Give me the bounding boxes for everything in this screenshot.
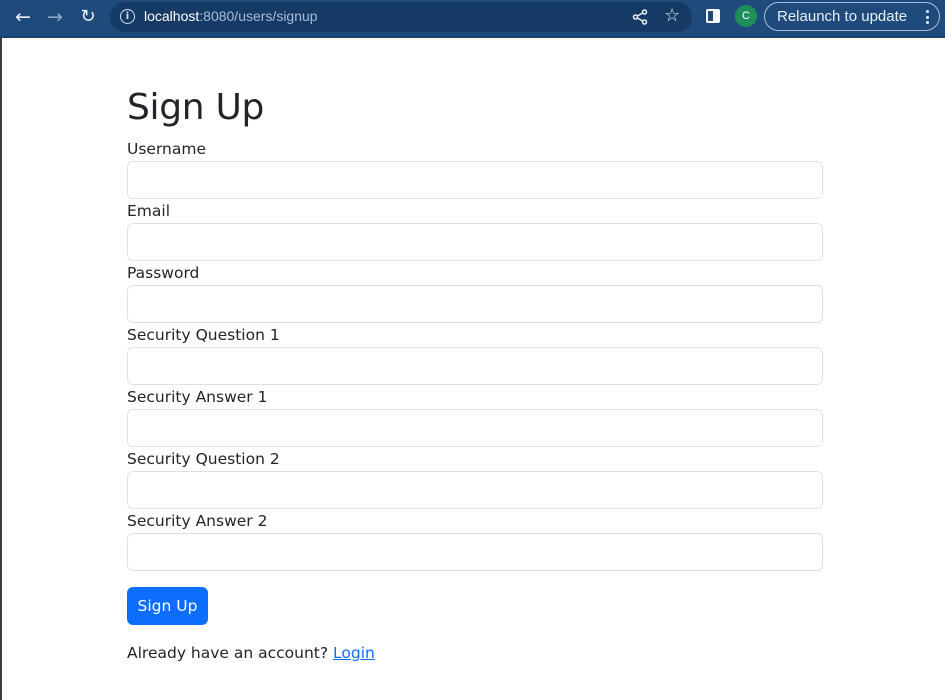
- side-panel-icon[interactable]: [706, 9, 720, 23]
- security-answer-2-label: Security Answer 2: [127, 512, 268, 530]
- security-answer-2-input[interactable]: [127, 533, 823, 571]
- password-input[interactable]: [127, 285, 823, 323]
- login-link[interactable]: Login: [333, 644, 375, 662]
- forward-arrow-icon[interactable]: →: [42, 5, 68, 29]
- url-host: localhost: [144, 8, 200, 24]
- window-edge: [0, 38, 2, 700]
- bookmark-star-icon[interactable]: ☆: [664, 5, 680, 26]
- security-answer-1-input[interactable]: [127, 409, 823, 447]
- password-label: Password: [127, 264, 200, 282]
- login-prompt: Already have an account? Login: [127, 643, 375, 663]
- security-question-2-label: Security Question 2: [127, 450, 280, 468]
- relaunch-button[interactable]: Relaunch to update: [764, 2, 940, 31]
- security-question-1-input[interactable]: [127, 347, 823, 385]
- reload-icon[interactable]: ↻: [75, 5, 101, 29]
- site-info-icon[interactable]: i: [120, 9, 135, 24]
- email-label: Email: [127, 202, 171, 220]
- login-prompt-text: Already have an account?: [127, 644, 329, 662]
- profile-avatar[interactable]: C: [735, 5, 757, 27]
- url-path: :8080/users/signup: [199, 8, 318, 24]
- relaunch-label: Relaunch to update: [777, 8, 908, 25]
- username-input[interactable]: [127, 161, 823, 199]
- email-input[interactable]: [127, 223, 823, 261]
- browser-toolbar: ← → ↻ i localhost:8080/users/signup ☆ C …: [0, 0, 945, 38]
- back-arrow-icon[interactable]: ←: [10, 5, 36, 29]
- security-question-2-input[interactable]: [127, 471, 823, 509]
- signup-button[interactable]: Sign Up: [127, 587, 208, 625]
- share-icon[interactable]: [632, 9, 648, 25]
- security-answer-1-label: Security Answer 1: [127, 388, 268, 406]
- address-bar[interactable]: i localhost:8080/users/signup ☆: [110, 2, 692, 32]
- username-label: Username: [127, 140, 207, 158]
- url-text: localhost:8080/users/signup: [144, 8, 318, 24]
- more-menu-icon[interactable]: [925, 10, 929, 24]
- page-title: Sign Up: [127, 87, 265, 128]
- security-question-1-label: Security Question 1: [127, 326, 280, 344]
